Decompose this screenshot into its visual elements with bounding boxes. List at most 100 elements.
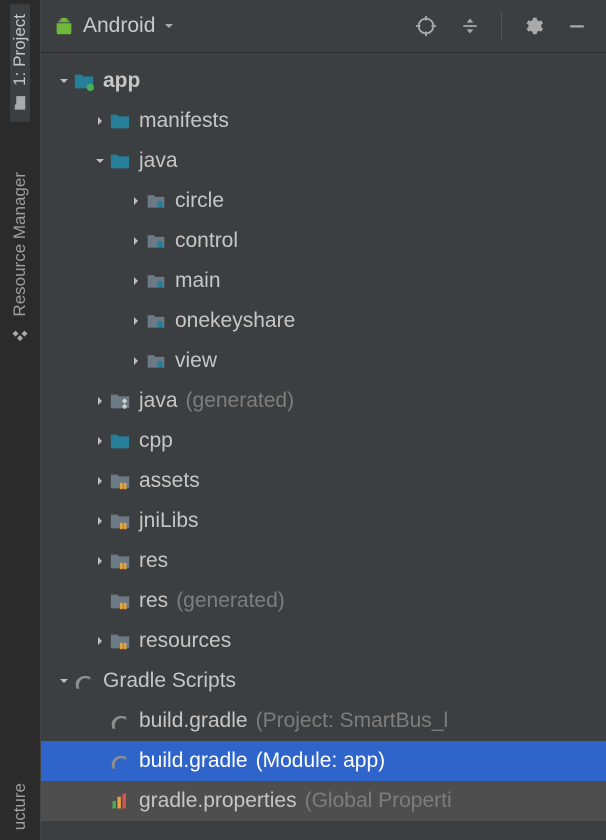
expand-arrow-icon[interactable] bbox=[127, 355, 145, 367]
resfolder-icon bbox=[109, 630, 131, 652]
tree-row-label: build.gradle bbox=[139, 709, 248, 733]
settings-button[interactable] bbox=[516, 9, 550, 43]
tree-row[interactable]: build.gradle (Module: app) bbox=[41, 741, 606, 781]
props-icon bbox=[109, 790, 131, 812]
expand-arrow-icon[interactable] bbox=[127, 195, 145, 207]
expand-arrow-icon[interactable] bbox=[91, 155, 109, 167]
gradle-icon bbox=[109, 750, 131, 772]
minimize-icon bbox=[568, 17, 586, 35]
resfolder-icon bbox=[109, 510, 131, 532]
expand-arrow-icon[interactable] bbox=[91, 555, 109, 567]
module-icon bbox=[73, 70, 95, 92]
tab-project-label: 1: Project bbox=[10, 14, 30, 86]
tree-row-label: res bbox=[139, 549, 168, 573]
tree-row-label: view bbox=[175, 349, 217, 373]
diamond-icon bbox=[11, 324, 29, 342]
tree-row-label: manifests bbox=[139, 109, 229, 133]
android-icon bbox=[53, 15, 75, 37]
expand-arrow-icon[interactable] bbox=[91, 635, 109, 647]
tree-row[interactable]: res bbox=[41, 541, 606, 581]
tree-row-label: cpp bbox=[139, 429, 173, 453]
expand-arrow-icon[interactable] bbox=[127, 275, 145, 287]
tree-row[interactable]: gradle.properties (Global Properti bbox=[41, 781, 606, 821]
tab-structure[interactable]: ucture bbox=[10, 773, 30, 840]
tree-row-label: control bbox=[175, 229, 238, 253]
view-dropdown[interactable]: Android bbox=[53, 14, 175, 38]
resfolder-icon bbox=[109, 550, 131, 572]
tree-row-hint: (Module: app) bbox=[256, 749, 386, 773]
tree-row[interactable]: resources bbox=[41, 621, 606, 661]
tree-row-label: app bbox=[103, 69, 140, 93]
tree-row-label: Gradle Scripts bbox=[103, 669, 236, 693]
tree-row[interactable]: jniLibs bbox=[41, 501, 606, 541]
tree-row-label: build.gradle bbox=[139, 749, 248, 773]
expand-arrow-icon[interactable] bbox=[127, 315, 145, 327]
package-icon bbox=[145, 350, 167, 372]
project-panel: Android app manifests java circle control mai… bbox=[41, 0, 606, 840]
tree-row-label: jniLibs bbox=[139, 509, 199, 533]
expand-arrow-icon[interactable] bbox=[91, 435, 109, 447]
tree-row-hint: (generated) bbox=[176, 589, 285, 613]
package-icon bbox=[145, 230, 167, 252]
tree-row[interactable]: manifests bbox=[41, 101, 606, 141]
tree-row[interactable]: assets bbox=[41, 461, 606, 501]
tree-row[interactable]: res(generated) bbox=[41, 581, 606, 621]
tab-structure-label: ucture bbox=[10, 783, 30, 830]
expand-arrow-icon[interactable] bbox=[127, 235, 145, 247]
tree-row[interactable]: circle bbox=[41, 181, 606, 221]
folder-icon bbox=[11, 94, 29, 112]
root: 1: Project Resource Manager ucture Andro… bbox=[0, 0, 606, 840]
tree-row-hint: (Global Properti bbox=[305, 789, 452, 813]
tab-project[interactable]: 1: Project bbox=[10, 4, 30, 122]
left-tab-strip: 1: Project Resource Manager ucture bbox=[0, 0, 41, 840]
toolbar: Android bbox=[41, 0, 606, 53]
tree-row[interactable]: build.gradle (Project: SmartBus_l bbox=[41, 701, 606, 741]
folder-icon bbox=[109, 430, 131, 452]
tree-row-label: java bbox=[139, 149, 178, 173]
expand-arrow-icon[interactable] bbox=[55, 675, 73, 687]
tree-row[interactable]: main bbox=[41, 261, 606, 301]
tree-row-label: java bbox=[139, 389, 178, 413]
tree-row-label: circle bbox=[175, 189, 224, 213]
expand-arrow-icon[interactable] bbox=[55, 75, 73, 87]
package-icon bbox=[145, 190, 167, 212]
expand-arrow-icon[interactable] bbox=[91, 115, 109, 127]
folder-icon bbox=[109, 110, 131, 132]
crosshair-icon bbox=[415, 15, 437, 37]
gear-icon bbox=[522, 15, 544, 37]
collapse-button[interactable] bbox=[453, 9, 487, 43]
view-dropdown-label: Android bbox=[83, 14, 155, 38]
tree-row[interactable]: view bbox=[41, 341, 606, 381]
tree-row[interactable]: app bbox=[41, 61, 606, 101]
folder-icon bbox=[109, 150, 131, 172]
tree-row-label: assets bbox=[139, 469, 200, 493]
expand-arrow-icon[interactable] bbox=[91, 475, 109, 487]
tab-resource-label: Resource Manager bbox=[10, 172, 30, 317]
tree-row[interactable]: java bbox=[41, 141, 606, 181]
tab-resource-manager[interactable]: Resource Manager bbox=[10, 162, 30, 353]
chevron-down-icon bbox=[163, 20, 175, 32]
target-button[interactable] bbox=[409, 9, 443, 43]
tree-row[interactable]: java (generated) bbox=[41, 381, 606, 421]
expand-arrow-icon[interactable] bbox=[91, 395, 109, 407]
tree-row-hint: (Project: SmartBus_l bbox=[256, 709, 449, 733]
tree-row-label: gradle.properties bbox=[139, 789, 297, 813]
expand-arrow-icon[interactable] bbox=[91, 515, 109, 527]
resfolder-icon bbox=[109, 590, 131, 612]
gradle-icon bbox=[73, 670, 95, 692]
package-icon bbox=[145, 270, 167, 292]
tree-row-label: resources bbox=[139, 629, 231, 653]
tree-row[interactable]: cpp bbox=[41, 421, 606, 461]
tree-row[interactable]: onekeyshare bbox=[41, 301, 606, 341]
minimize-button[interactable] bbox=[560, 9, 594, 43]
resfolder-icon bbox=[109, 470, 131, 492]
collapse-icon bbox=[460, 16, 480, 36]
package-icon bbox=[145, 310, 167, 332]
gradle-icon bbox=[109, 710, 131, 732]
tree-row-label: onekeyshare bbox=[175, 309, 295, 333]
project-tree[interactable]: app manifests java circle control main onekeys… bbox=[41, 53, 606, 840]
tree-row[interactable]: control bbox=[41, 221, 606, 261]
tree-row-label: main bbox=[175, 269, 221, 293]
tree-row[interactable]: Gradle Scripts bbox=[41, 661, 606, 701]
tree-row-hint: (generated) bbox=[186, 389, 295, 413]
